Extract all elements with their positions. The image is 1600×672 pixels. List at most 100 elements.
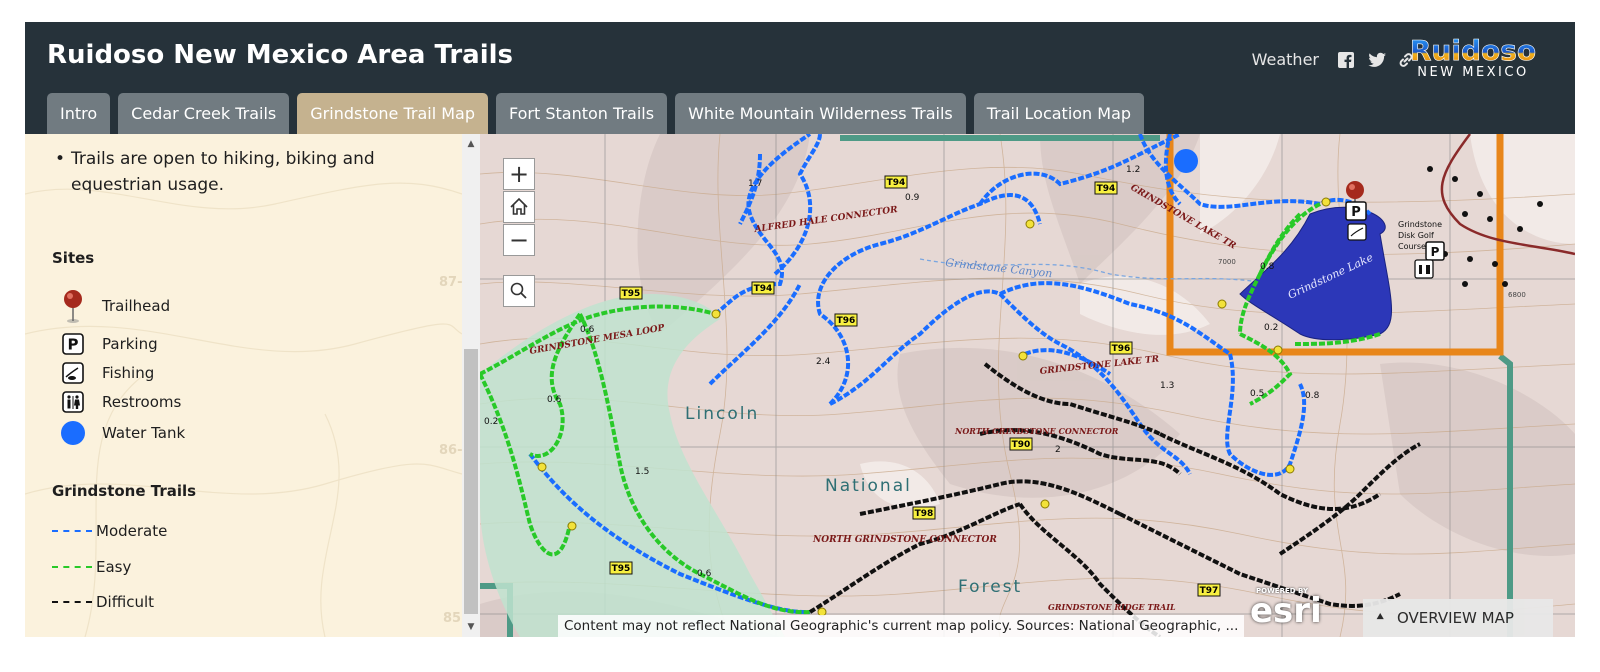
tab-trail-location-map[interactable]: Trail Location Map — [973, 93, 1145, 134]
map-view[interactable]: T95 T94 T96 T94 T94 T96 T90 T98 T95 T97 … — [480, 134, 1575, 637]
svg-text:P: P — [68, 336, 79, 354]
tab-cedar-creek-trails[interactable]: Cedar Creek Trails — [118, 93, 290, 134]
water-tank-map-icon — [1174, 149, 1198, 173]
parking-map-icon: P — [1345, 201, 1367, 221]
search-button[interactable] — [503, 275, 535, 307]
header: Ruidoso New Mexico Area Trails Weather R… — [25, 22, 1575, 134]
tab-fort-stanton-trails[interactable]: Fort Stanton Trails — [496, 93, 668, 134]
scrollbar-thumb[interactable] — [464, 349, 478, 614]
label-national: National — [825, 476, 912, 496]
legend-parking: P Parking — [52, 330, 158, 358]
distance-label: 0.8 — [1305, 391, 1320, 401]
distance-label: 1.5 — [635, 467, 649, 477]
trail-marker-t95-a: T95 — [619, 286, 643, 300]
search-icon — [510, 282, 527, 299]
grindstone-trails-heading: Grindstone Trails — [52, 482, 197, 500]
home-button[interactable] — [503, 191, 535, 223]
app-frame: Ruidoso New Mexico Area Trails Weather R… — [25, 22, 1575, 637]
trail-map-canvas[interactable]: T95 T94 T96 T94 T94 T96 T90 T98 T95 T97 … — [480, 134, 1575, 637]
esri-logo[interactable]: esri — [1250, 591, 1322, 631]
trail-marker-t96-a: T96 — [834, 313, 858, 327]
legend-trailhead: Trailhead — [52, 290, 171, 323]
label-north-grindstone-connector-a: NORTH GRINDSTONE CONNECTOR — [954, 426, 1119, 436]
distance-label: 1.7 — [748, 179, 762, 189]
fishing-icon — [52, 359, 94, 387]
svg-text:T94: T94 — [1097, 184, 1116, 194]
tab-grindstone-trail-map[interactable]: Grindstone Trail Map — [297, 93, 488, 134]
distance-label: 0.2 — [484, 417, 498, 427]
svg-text:P: P — [1351, 205, 1361, 220]
trail-marker-t95-b: T95 — [609, 561, 633, 575]
svg-text:T94: T94 — [754, 284, 773, 294]
elevation-label-7000: 7000 — [1218, 258, 1236, 266]
svg-text:Ruidoso: Ruidoso — [1410, 36, 1536, 67]
svg-text:NEW MEXICO: NEW MEXICO — [1417, 65, 1528, 80]
svg-text:T97: T97 — [1200, 586, 1219, 596]
scroll-up-arrow[interactable]: ▲ — [462, 136, 480, 152]
ruidoso-logo[interactable]: Ruidoso NEW MEXICO — [1399, 34, 1547, 82]
svg-text:T95: T95 — [622, 289, 641, 299]
distance-label: 0.6 — [580, 325, 595, 335]
legend-label-water-tank: Water Tank — [102, 424, 186, 442]
svg-text:Grindstone: Grindstone — [1398, 220, 1442, 229]
trail-marker-t94-c: T94 — [1094, 181, 1118, 195]
label-forest: Forest — [958, 577, 1022, 597]
legend-label-restrooms: Restrooms — [102, 393, 182, 411]
legend-label-easy: Easy — [96, 558, 132, 576]
zoom-out-button[interactable]: − — [503, 224, 535, 256]
tab-bar: Intro Cedar Creek Trails Grindstone Trai… — [47, 93, 1145, 134]
overview-map-button[interactable]: ⯅ OVERVIEW MAP — [1363, 599, 1553, 637]
twitter-icon[interactable] — [1367, 51, 1386, 69]
difficult-line-symbol — [52, 601, 92, 605]
legend-label-trailhead: Trailhead — [102, 297, 171, 315]
distance-label: 0.6 — [547, 395, 562, 405]
pushpin-icon — [52, 290, 94, 323]
water-tank-icon — [52, 419, 94, 447]
legend-restrooms: Restrooms — [52, 388, 181, 416]
chevron-up-icon: ⯅ — [1375, 610, 1386, 625]
trail-usage-note: Trails are open to hiking, biking and eq… — [55, 146, 451, 198]
legend-difficult: Difficult — [52, 593, 154, 611]
svg-text:T98: T98 — [915, 509, 934, 519]
label-grindstone-ridge-trail: GRINDSTONE RIDGE TRAIL — [1048, 602, 1176, 612]
tab-intro[interactable]: Intro — [47, 93, 111, 134]
scroll-down-arrow[interactable]: ▼ — [462, 619, 480, 635]
home-icon — [510, 197, 528, 215]
legend-label-difficult: Difficult — [96, 593, 155, 611]
trail-marker-t94-b: T94 — [884, 175, 908, 189]
fishing-map-icon — [1347, 223, 1367, 241]
distance-label: 0.8 — [1260, 262, 1275, 272]
map-attribution: Content may not reflect National Geograp… — [558, 615, 1245, 637]
distance-label: 1.2 — [1126, 165, 1140, 175]
svg-text:T90: T90 — [1012, 440, 1031, 450]
label-north-grindstone-connector-b: NORTH GRINDSTONE CONNECTOR — [812, 535, 997, 545]
easy-line-symbol — [52, 566, 92, 570]
tab-white-mountain-wilderness-trails[interactable]: White Mountain Wilderness Trails — [675, 93, 966, 134]
parking-icon: P — [52, 330, 94, 358]
moderate-line-symbol — [52, 530, 92, 534]
distance-label: 2 — [1055, 445, 1061, 455]
svg-text:Disk Golf: Disk Golf — [1398, 231, 1434, 240]
distance-label: 1.3 — [1160, 381, 1174, 391]
app-title: Ruidoso New Mexico Area Trails — [47, 40, 514, 70]
svg-text:T94: T94 — [887, 178, 906, 188]
trail-marker-t97: T97 — [1197, 583, 1221, 597]
legend-fishing: Fishing — [52, 359, 154, 387]
legend-easy: Easy — [52, 558, 131, 576]
trail-marker-t94-a: T94 — [751, 281, 775, 295]
overview-map-label: OVERVIEW MAP — [1397, 609, 1514, 627]
distance-label: 2.4 — [816, 357, 831, 367]
legend-label-fishing: Fishing — [102, 364, 155, 382]
sites-heading: Sites — [52, 249, 95, 267]
facebook-icon[interactable] — [1337, 51, 1355, 69]
svg-text:T96: T96 — [1112, 344, 1131, 354]
zoom-in-button[interactable]: + — [503, 158, 535, 190]
legend-water-tank: Water Tank — [52, 419, 185, 447]
svg-text:T95: T95 — [612, 564, 631, 574]
trail-marker-t90: T90 — [1009, 437, 1033, 451]
weather-link[interactable]: Weather — [1252, 50, 1319, 69]
parking-map-icon-2: P — [1425, 241, 1445, 261]
distance-label: 0.5 — [1250, 389, 1264, 399]
label-lincoln: Lincoln — [685, 404, 759, 424]
trail-marker-t98: T98 — [912, 506, 936, 520]
